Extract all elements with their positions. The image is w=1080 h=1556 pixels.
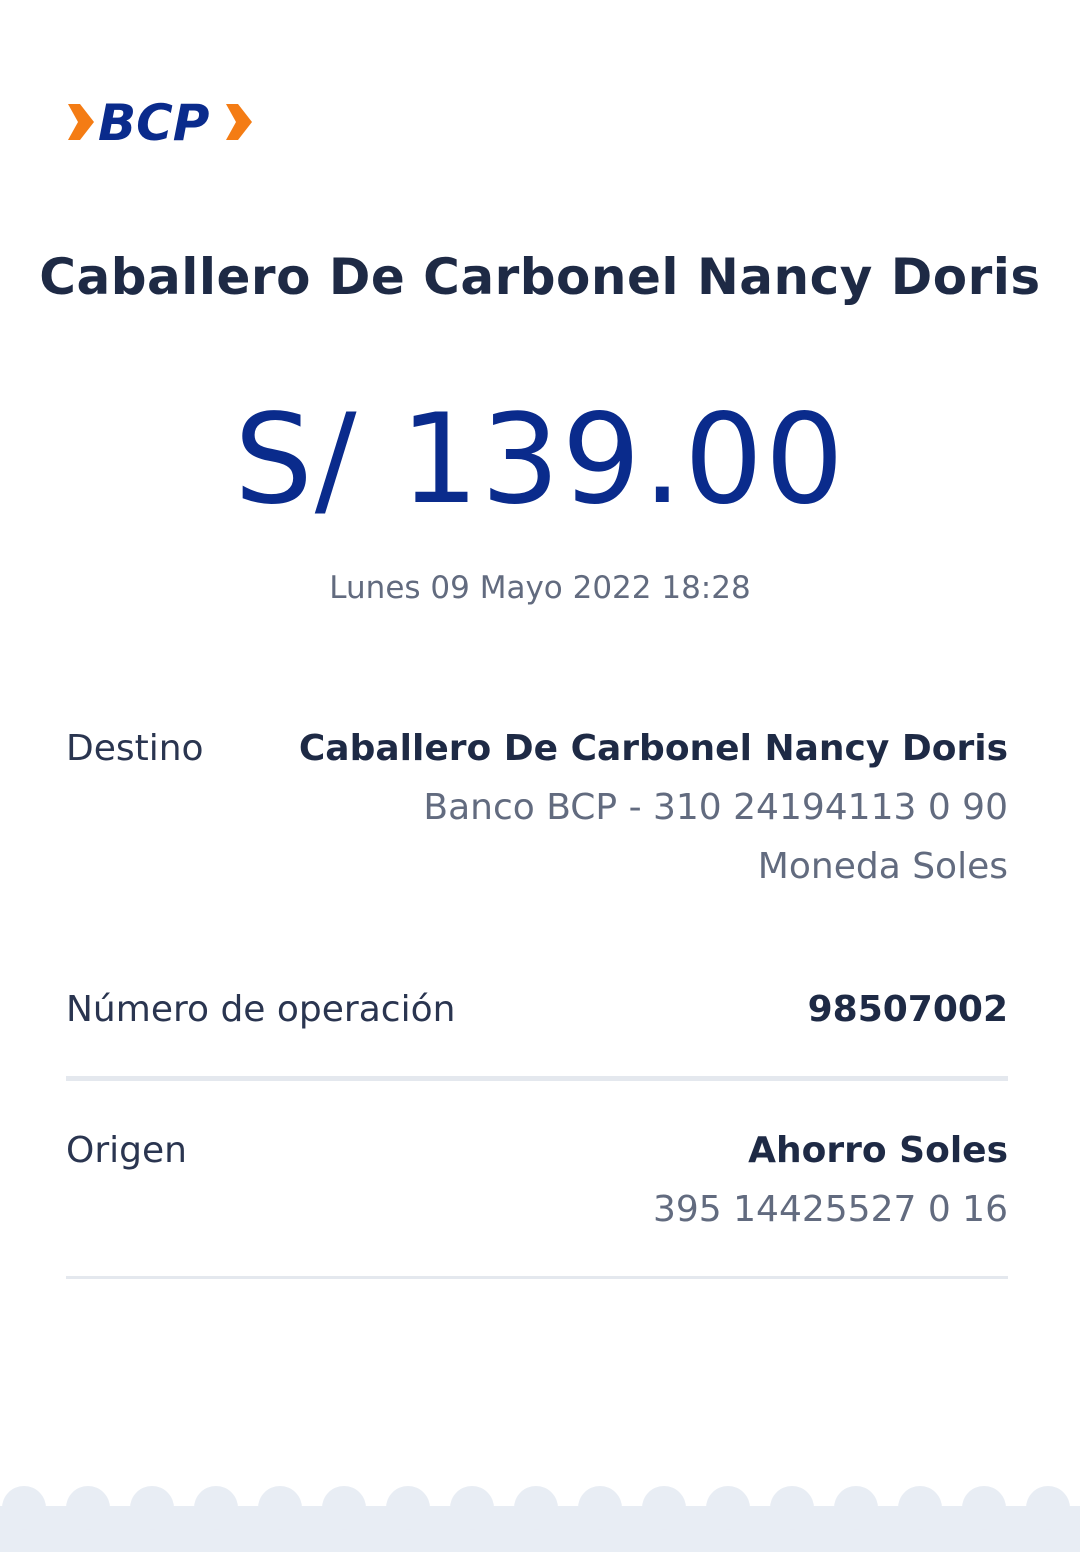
receipt-edge-bump <box>450 1486 494 1530</box>
receipt-edge-bump <box>194 1486 238 1530</box>
receipt-edge-bump <box>642 1486 686 1530</box>
recipient-title: Caballero De Carbonel Nancy Doris <box>39 248 1041 306</box>
destino-name: Caballero De Carbonel Nancy Doris <box>298 728 1008 769</box>
destino-values: Caballero De Carbonel Nancy Doris Banco … <box>299 719 1008 896</box>
origen-account-number: 395 14425527 0 16 <box>653 1189 1008 1230</box>
transfer-amount: S/ 139.00 <box>234 388 846 532</box>
operation-number-label: Número de operación <box>66 989 456 1030</box>
receipt-edge-bump <box>1026 1486 1070 1530</box>
receipt-edge-bump <box>386 1486 430 1530</box>
divider <box>66 1276 1008 1279</box>
receipt-edge-icon <box>0 1466 1080 1552</box>
logo-text: BCP <box>98 94 209 148</box>
receipt-edge-bump <box>706 1486 750 1530</box>
receipt-edge-bump <box>66 1486 110 1530</box>
receipt-edge-bump <box>130 1486 174 1530</box>
receipt-edge-bump <box>514 1486 558 1530</box>
receipt-edge-bump <box>834 1486 878 1530</box>
origen-label: Origen <box>66 1130 187 1171</box>
receipt-edge-bump <box>770 1486 814 1530</box>
receipt-edge-bump <box>258 1486 302 1530</box>
receipt-edge-bump <box>578 1486 622 1530</box>
operation-number-values: 98507002 <box>808 980 1008 1039</box>
destino-account: Banco BCP - 310 24194113 0 90 <box>423 787 1008 828</box>
origen-account-type: Ahorro Soles <box>748 1130 1008 1171</box>
operation-number-value: 98507002 <box>807 989 1008 1030</box>
transfer-datetime: Lunes 09 Mayo 2022 18:28 <box>329 570 751 606</box>
origen-values: Ahorro Soles 395 14425527 0 16 <box>653 1121 1008 1239</box>
receipt-edge-bump <box>962 1486 1006 1530</box>
receipt-edge-bump <box>898 1486 942 1530</box>
destino-label: Destino <box>66 728 204 769</box>
destino-currency: Moneda Soles <box>757 846 1008 887</box>
receipt-edge-bump <box>2 1486 46 1530</box>
divider <box>66 1076 1008 1081</box>
receipt-edge-bump <box>322 1486 366 1530</box>
bcp-logo: BCP <box>64 92 256 152</box>
